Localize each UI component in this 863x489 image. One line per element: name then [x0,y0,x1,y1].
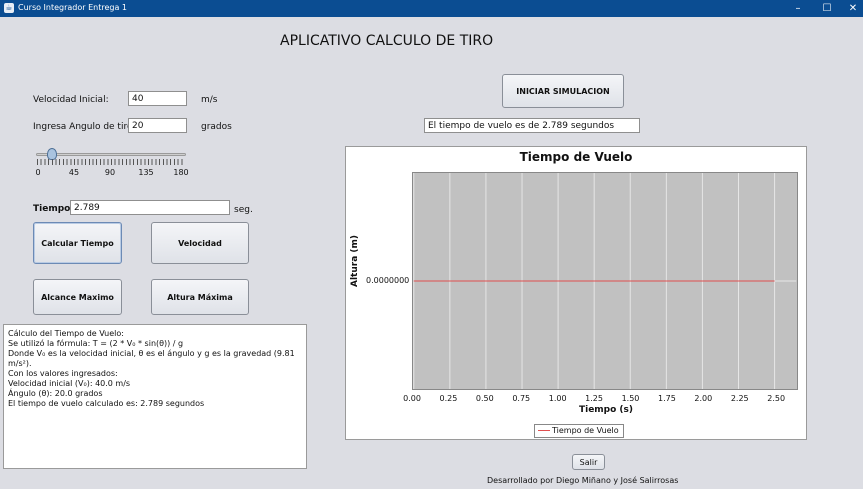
explanation-line: Con los valores ingresados: [8,369,118,378]
angle-label: Ingresa Angulo de tiro: [33,122,136,132]
time-unit: seg. [234,205,253,215]
velocity-input[interactable]: 40 [128,91,187,106]
legend-label: Tiempo de Vuelo [552,426,619,435]
app-icon: ☕ [4,3,14,13]
slider-tick-label: 45 [68,168,80,177]
slider-tick-label: 180 [173,168,189,177]
x-tick-label: 0.00 [403,394,421,403]
exit-button[interactable]: Salir [572,454,605,470]
explanation-line: Ángulo (θ): 20.0 grados [8,389,103,398]
angle-unit: grados [201,122,232,132]
slider-ticks [37,159,185,165]
legend-swatch [538,430,550,431]
x-tick-label: 2.00 [694,394,713,403]
start-simulation-button[interactable]: INICIAR SIMULACION [502,74,624,108]
explanation-line: El tiempo de vuelo calculado es: 2.789 s… [8,399,205,408]
x-tick-label: 1.50 [621,394,640,403]
x-tick-label: 2.25 [730,394,749,403]
minimize-icon[interactable]: – [783,0,813,17]
calc-time-button[interactable]: Calcular Tiempo [33,222,122,264]
close-icon[interactable]: ✕ [838,0,863,17]
title-bar: ☕ Curso Integrador Entrega 1 – ☐ ✕ [0,0,863,17]
plot-area [412,172,798,390]
velocity-label: Velocidad Inicial: [33,95,109,105]
x-tick-label: 0.50 [475,394,494,403]
chart-title: Tiempo de Vuelo [519,150,633,164]
angle-input[interactable]: 20 [128,118,187,133]
x-tick-label: 1.75 [657,394,676,403]
time-label: Tiempo: [33,204,74,214]
slider-tick-labels: 0 45 90 135 180 [30,168,190,180]
slider-tick-label: 0 [35,168,41,177]
max-range-button[interactable]: Alcance Maximo [33,279,122,315]
velocity-button[interactable]: Velocidad [151,222,249,264]
time-field[interactable]: 2.789 [70,200,230,215]
chart-panel: Tiempo de Vuelo Altura (m) 0.0000000 0.0… [345,146,807,440]
slider-tick-label: 90 [104,168,116,177]
explanation-line: Donde V₀ es la velocidad inicial, θ es e… [8,349,295,368]
result-field[interactable]: El tiempo de vuelo es de 2.789 segundos [424,118,640,133]
x-axis-label: Tiempo (s) [578,405,634,415]
x-tick-label: 1.25 [585,394,603,403]
x-tick-label: 0.75 [512,394,531,403]
explanation-line: Cálculo del Tiempo de Vuelo: [8,329,124,338]
x-tick-label: 1.00 [548,394,567,403]
y-axis-label: Altura (m) [350,234,360,287]
slider-tick-label: 135 [138,168,154,177]
page-title: APLICATIVO CALCULO DE TIRO [280,33,494,49]
explanation-line: Velocidad inicial (V₀): 40.0 m/s [8,379,131,388]
x-tick-label: 0.25 [439,394,458,403]
chart-legend: Tiempo de Vuelo [534,424,624,438]
explanation-textarea[interactable]: Cálculo del Tiempo de Vuelo: Se utilizó … [3,324,307,469]
x-tick-label: 2.50 [767,394,786,403]
footer-credits: Desarrollado por Diego Miñano y José Sal… [487,476,679,485]
y-tick-label: 0.0000000 [366,276,410,285]
window-title: Curso Integrador Entrega 1 [18,3,128,12]
velocity-unit: m/s [201,95,218,105]
explanation-line: Se utilizó la fórmula: T = (2 * V₀ * sin… [8,339,184,348]
slider-track [36,153,186,156]
max-height-button[interactable]: Altura Máxima [151,279,249,315]
